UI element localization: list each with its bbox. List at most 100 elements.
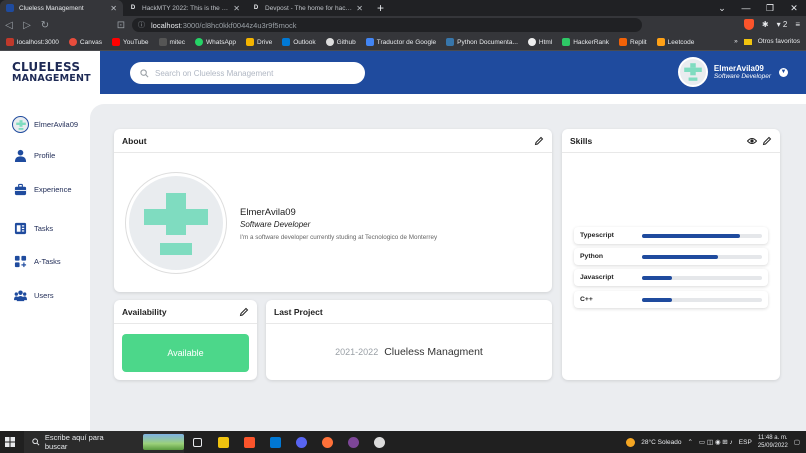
edit-icon[interactable] (534, 136, 544, 146)
logo[interactable]: CLUELESS MANAGEMENT (0, 51, 100, 94)
tab-title: HackMTY 2022: This is the largest stu (142, 4, 229, 12)
eye-icon[interactable] (747, 136, 757, 146)
close-tab-icon[interactable]: ✕ (356, 4, 363, 13)
discord-icon[interactable] (288, 431, 314, 453)
bookmark-icon[interactable]: ⊡ (112, 20, 130, 31)
sidebar-item-profile[interactable]: Profile (14, 149, 55, 162)
chevron-up-icon[interactable]: ⌃ (687, 438, 692, 446)
file-explorer-icon[interactable] (210, 431, 236, 453)
task-view-icon[interactable] (184, 431, 210, 453)
sidebar-item-a-tasks[interactable]: A-Tasks (14, 255, 61, 268)
skill-name: C++ (580, 296, 593, 303)
minimize-icon[interactable]: — (734, 0, 758, 16)
more-bookmarks-button[interactable]: » (734, 38, 738, 45)
skill-bar-fill (642, 254, 718, 259)
tab-clueless-management[interactable]: Clueless Management ✕ (0, 0, 123, 16)
notifications-icon[interactable]: ▢ (794, 438, 800, 446)
menu-icon[interactable]: ≡ (795, 20, 800, 29)
search-input[interactable] (155, 68, 355, 78)
tab-search-icon[interactable]: ⌄ (710, 0, 734, 16)
bookmark-label: Drive (257, 38, 273, 46)
close-tab-icon[interactable]: ✕ (110, 4, 117, 13)
sidebar-item-tasks[interactable]: Tasks (14, 222, 53, 235)
tab-hackmty[interactable]: D HackMTY 2022: This is the largest stu … (123, 0, 246, 16)
weather-icon (626, 437, 636, 447)
windows-start-icon[interactable] (0, 437, 20, 447)
bookmark-hackerrank[interactable]: HackerRank (562, 38, 609, 46)
site-info-icon[interactable]: ⓘ (138, 20, 145, 30)
user-menu[interactable]: ElmerAvila09 Software Developer ▼ (677, 57, 788, 87)
clock[interactable]: 11:48 a. m. 25/09/2022 (758, 434, 788, 450)
close-tab-icon[interactable]: ✕ (233, 4, 240, 13)
whatsapp-icon (195, 38, 204, 46)
firefox-icon[interactable] (314, 431, 340, 453)
language-indicator[interactable]: ESP (739, 439, 752, 446)
bookmark-outlook[interactable]: Outlook (282, 38, 316, 46)
header-username: ElmerAvila09 (713, 64, 764, 73)
bookmark-python[interactable]: Python Documenta... (446, 38, 518, 46)
vscode-icon[interactable] (262, 431, 288, 453)
search-icon (140, 68, 149, 77)
skill-name: Python (580, 253, 604, 260)
last-project-card-header: Last Project (266, 300, 552, 324)
other-favorites-link[interactable]: Otros favoritos (758, 38, 800, 45)
maximize-icon[interactable]: ❐ (758, 0, 782, 16)
edit-icon[interactable] (239, 307, 249, 317)
availability-status-button[interactable]: Available (122, 334, 249, 372)
tab-devpost[interactable]: D Devpost - The home for hackathons ✕ (246, 0, 369, 16)
taskbar-search[interactable]: Escribe aquí para buscar (24, 431, 184, 453)
bookmark-replit[interactable]: Replit (619, 38, 647, 46)
obs-icon[interactable] (366, 431, 392, 453)
bookmark-mitec[interactable]: mitec (158, 38, 185, 46)
bookmark-localhost[interactable]: localhost:3000 (6, 38, 59, 46)
sidebar-username: ElmerAvila09 (34, 120, 79, 129)
header-user-role: Software Developer (713, 73, 771, 80)
skill-row-typescript: Typescript (574, 227, 768, 244)
bookmark-canvas[interactable]: Canvas (68, 38, 102, 46)
search-box[interactable] (130, 62, 365, 84)
bookmark-icon (6, 38, 14, 46)
system-tray: 28°C Soleado ⌃ ▭ ◫ ◉ ⊞ ♪ ESP 11:48 a. m.… (626, 431, 800, 453)
bookmark-label: Outlook (293, 38, 316, 46)
bookmark-github[interactable]: Github (325, 38, 356, 46)
sidebar-item-experience[interactable]: Experience (14, 183, 72, 196)
window-controls: ⌄ — ❐ ✕ (710, 0, 806, 16)
url-path: :3000/cl8hc0kkf0044z4u3r9f5mock (180, 20, 297, 30)
about-card: About ElmerAvila09 Software Developer I'… (114, 129, 552, 292)
about-info: ElmerAvila09 Software Developer I'm a so… (240, 207, 437, 241)
person-icon (14, 149, 27, 162)
bookmark-translate[interactable]: Traductor de Google (365, 38, 436, 46)
url-field[interactable]: ⓘ localhost:3000/cl8hc0kkf0044z4u3r9f5mo… (132, 18, 642, 32)
close-window-icon[interactable]: ✕ (782, 0, 806, 16)
weather-text[interactable]: 28°C Soleado (641, 439, 681, 446)
extensions-icon[interactable]: ✱ (762, 20, 769, 29)
profile-description: I'm a software developer currently studi… (240, 234, 438, 241)
bookmark-label: Replit (630, 38, 647, 46)
chevron-down-icon[interactable]: ▼ (779, 67, 788, 77)
tor-browser-icon[interactable] (340, 431, 366, 453)
skill-bar-fill (642, 233, 741, 238)
replit-icon (619, 38, 627, 46)
rewards-badge[interactable]: ▾ 2 (777, 20, 788, 29)
bookmark-youtube[interactable]: YouTube (111, 38, 149, 46)
sidebar-item-users[interactable]: Users (14, 289, 54, 302)
tray-icons[interactable]: ▭ ◫ ◉ ⊞ ♪ (699, 438, 733, 446)
bookmark-label: Html (538, 38, 553, 46)
bookmark-html[interactable]: Html (527, 38, 553, 46)
new-tab-button[interactable]: + (369, 0, 392, 16)
skill-bar (642, 254, 762, 259)
brave-browser-icon[interactable] (236, 431, 262, 453)
last-project-body[interactable]: 2021-2022 Clueless Managment (266, 324, 552, 380)
logo-line-1: CLUELESS (12, 59, 81, 74)
bookmark-leetcode[interactable]: Leetcode (656, 38, 694, 46)
forward-icon[interactable]: ▷ (18, 20, 36, 31)
bookmark-drive[interactable]: Drive (246, 38, 272, 46)
brave-shield-icon[interactable] (743, 19, 754, 30)
python-icon (446, 38, 455, 46)
bookmark-whatsapp[interactable]: WhatsApp (195, 38, 236, 46)
profile-avatar (126, 173, 226, 273)
back-icon[interactable]: ◁ (0, 20, 18, 31)
edit-icon[interactable] (762, 136, 772, 146)
sidebar-user[interactable]: ElmerAvila09 (12, 116, 78, 133)
reload-icon[interactable]: ↻ (36, 20, 54, 31)
